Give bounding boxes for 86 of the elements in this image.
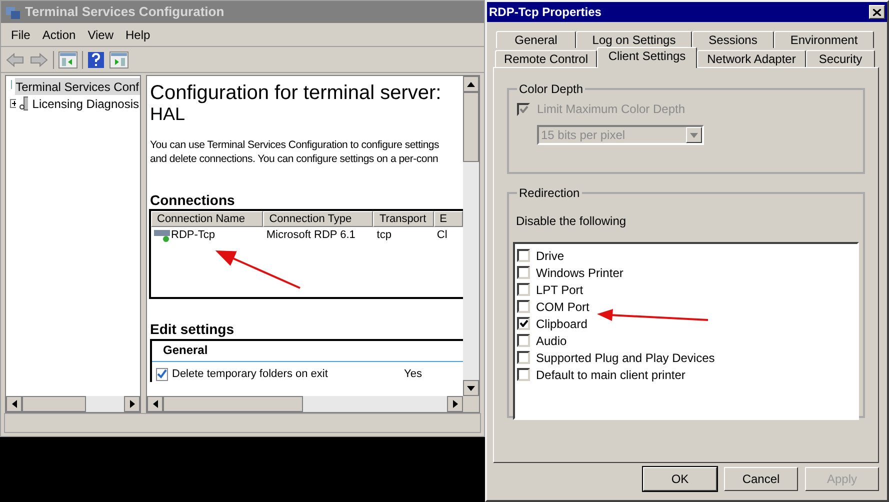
checkbox-label: LPT Port — [536, 282, 584, 298]
scroll-thumb[interactable] — [163, 396, 303, 412]
checkbox-label: Supported Plug and Play Devices — [536, 350, 715, 366]
checkbox-label: Windows Printer — [536, 264, 624, 282]
checkbox[interactable] — [517, 300, 530, 313]
column-header[interactable]: Transport — [373, 211, 434, 227]
checkbox-label: Default to main client printer — [536, 366, 686, 384]
checkbox[interactable] — [517, 334, 530, 347]
checkbox-label: Audio — [536, 332, 567, 350]
scroll-right-button[interactable] — [447, 396, 463, 412]
description-text: and delete connections. You can configure settings on a per-conn — [150, 152, 440, 166]
server-icon — [18, 96, 28, 111]
checkbox-label: Drive — [536, 248, 564, 264]
dialog-button: Apply — [805, 467, 879, 491]
checkbox[interactable] — [517, 317, 530, 330]
group-title: Color Depth — [518, 81, 584, 98]
table-cell-text: Cl — [436, 228, 448, 244]
scroll-thumb[interactable] — [22, 396, 86, 412]
tree-item[interactable]: Licensing Diagnosis — [31, 95, 140, 112]
checkbox[interactable] — [517, 368, 530, 381]
section-heading: Connections — [150, 192, 236, 208]
down-arrow-icon — [467, 386, 475, 390]
checkbox-label: COM Port — [536, 298, 590, 316]
scroll-thumb[interactable] — [463, 92, 479, 162]
dialog-button[interactable]: Cancel — [724, 467, 798, 491]
right-arrow-icon — [130, 400, 134, 408]
setting-label: Delete temporary folders on exit — [172, 366, 329, 382]
section-heading: Edit settings — [150, 321, 236, 337]
scroll-left-button[interactable] — [6, 396, 22, 412]
tree-item[interactable]: Terminal Services Conf — [14, 78, 140, 95]
window-title: Terminal Services Configuration — [25, 3, 224, 22]
tab[interactable]: General — [496, 31, 576, 48]
server-name: HAL — [150, 104, 186, 124]
scrollbar-corner — [463, 396, 479, 412]
checkbox-label: Clipboard — [536, 316, 588, 332]
close-icon — [873, 8, 881, 16]
tab[interactable]: Environment — [774, 31, 874, 48]
column-header[interactable]: Connection Name — [151, 211, 264, 227]
connection-icon — [154, 229, 170, 242]
left-arrow-icon — [152, 400, 158, 408]
dropdown-arrow-icon — [690, 132, 698, 138]
dropdown: 15 bits per pixel — [537, 125, 704, 145]
setting-value: Yes — [404, 366, 422, 382]
menu-item[interactable]: File — [5, 26, 36, 44]
dialog-button[interactable]: OK — [643, 467, 717, 491]
table-cell-text: Microsoft RDP 6.1 — [266, 228, 356, 244]
show-tree-icon[interactable] — [58, 50, 78, 68]
menu-item[interactable]: View — [82, 26, 120, 44]
caption: Disable the following — [516, 213, 628, 230]
right-arrow-icon — [452, 400, 458, 408]
group-title: Redirection — [518, 185, 581, 202]
description-text: You can use Terminal Services Configuration to configure settings — [150, 138, 440, 152]
scroll-up-button[interactable] — [463, 76, 479, 92]
checkbox[interactable] — [517, 283, 530, 296]
checkmark-icon — [520, 320, 528, 327]
up-arrow-icon — [467, 82, 475, 86]
checkbox[interactable] — [517, 266, 530, 279]
checkmark-icon — [520, 106, 528, 112]
column-header[interactable]: Connection Type — [263, 211, 374, 227]
table-cell[interactable]: RDP-Tcp — [171, 227, 216, 244]
column-header[interactable]: E — [434, 211, 463, 227]
menu-item[interactable]: Help — [120, 26, 156, 44]
dialog-title: RDP-Tcp Properties — [489, 4, 602, 21]
checkbox[interactable] — [517, 249, 530, 262]
checkbox-label: Limit Maximum Color Depth — [537, 101, 686, 118]
help-icon[interactable] — [87, 50, 105, 68]
left-arrow-icon — [12, 400, 16, 408]
tab[interactable]: Network Adapter — [697, 50, 806, 67]
checkbox[interactable] — [517, 351, 530, 364]
tab[interactable]: Security — [806, 50, 875, 67]
tab[interactable]: Log on Settings — [576, 31, 692, 48]
tab[interactable]: Client Settings — [597, 47, 697, 68]
scroll-right-button[interactable] — [124, 396, 140, 412]
close-button[interactable] — [869, 5, 885, 19]
expand-icon[interactable] — [10, 99, 16, 108]
settings-section-title: General — [152, 341, 463, 362]
table-cell-text: tcp — [376, 228, 392, 244]
menu-item[interactable]: Action — [36, 26, 82, 44]
tab[interactable]: Sessions — [692, 31, 774, 48]
page-heading: Configuration for terminal server: — [150, 82, 442, 104]
app-icon — [5, 4, 21, 20]
scroll-left-button[interactable] — [147, 396, 163, 412]
document-check-icon — [156, 368, 168, 380]
tab[interactable]: Remote Control — [495, 50, 597, 67]
scroll-down-button[interactable] — [463, 380, 479, 396]
show-action-pane-icon[interactable] — [109, 50, 129, 68]
